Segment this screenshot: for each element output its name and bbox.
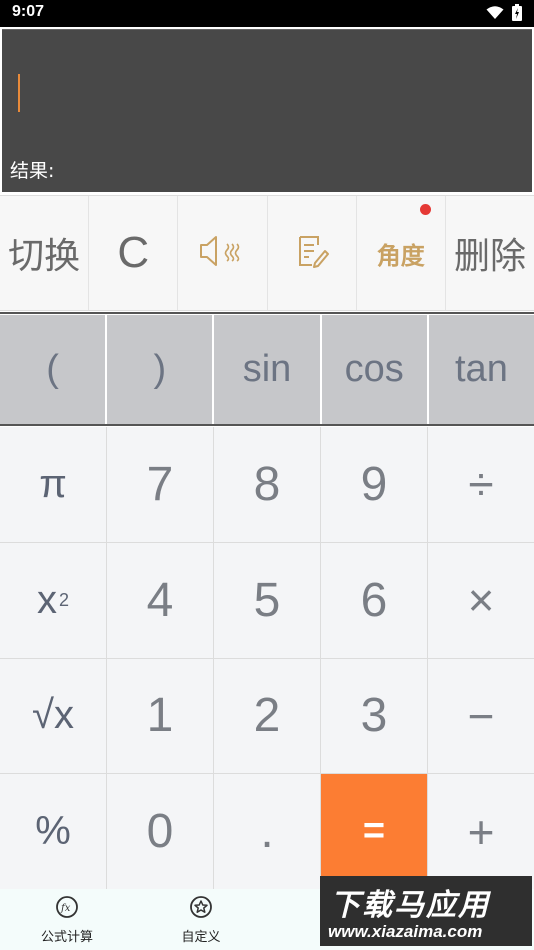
watermark-logo: 下载马应用 www.xiazaima.com (320, 876, 532, 946)
keypad: π 7 8 9 ÷ x2 4 5 6 × √x 1 2 3 − % 0 . = … (0, 427, 534, 889)
digit-9-key[interactable]: 9 (321, 427, 427, 542)
speaker-vibrate-icon (197, 233, 247, 273)
sqrt-key[interactable]: √x (0, 658, 106, 774)
watermark-title: 下载马应用 (330, 888, 490, 923)
fx-icon: fx (55, 895, 79, 923)
nav-custom[interactable]: 自定义 (134, 889, 268, 950)
divide-key[interactable]: ÷ (428, 427, 534, 542)
open-paren-key[interactable]: ( (0, 315, 106, 424)
delete-label: 删除 (453, 236, 526, 277)
nav-label: 公式计算 (40, 930, 93, 945)
tan-key[interactable]: tan (428, 315, 534, 424)
sound-toggle-button[interactable] (178, 196, 268, 310)
svg-text:fx: fx (60, 903, 71, 914)
status-icons (486, 4, 522, 25)
toolbar: 切换 C 角度 删除 (0, 195, 534, 311)
notification-dot (419, 204, 431, 215)
pi-key[interactable]: π (0, 427, 106, 542)
digit-8-key[interactable]: 8 (214, 427, 320, 542)
star-badge-icon (189, 895, 213, 923)
minus-key[interactable]: − (428, 658, 534, 774)
clear-label: C (117, 228, 150, 277)
angle-mode-button[interactable]: 角度 (357, 196, 446, 310)
clear-button[interactable]: C (89, 196, 179, 310)
square-base: x (36, 577, 57, 622)
digit-2-key[interactable]: 2 (214, 658, 320, 774)
percent-key[interactable]: % (0, 774, 106, 889)
status-bar: 9:07 (0, 0, 534, 27)
square-exponent: 2 (58, 589, 69, 610)
watermark-url: www.xiazaima.com (328, 922, 483, 941)
battery-icon (512, 4, 522, 25)
decimal-key[interactable]: . (214, 774, 320, 889)
switch-button[interactable]: 切换 (0, 196, 90, 310)
digit-6-key[interactable]: 6 (321, 542, 427, 658)
result-label: 结果: (10, 160, 55, 182)
square-key[interactable]: x2 (0, 542, 106, 658)
sin-key[interactable]: sin (214, 315, 320, 424)
digit-5-key[interactable]: 5 (214, 542, 320, 658)
close-paren-key[interactable]: ) (107, 315, 213, 424)
digit-3-key[interactable]: 3 (321, 658, 427, 774)
notes-button[interactable] (268, 196, 357, 310)
input-cursor (18, 74, 20, 112)
note-edit-icon (294, 233, 330, 273)
nav-formula-calc[interactable]: fx 公式计算 (0, 889, 134, 950)
digit-0-key[interactable]: 0 (107, 774, 213, 889)
divider (0, 424, 534, 426)
divider (0, 312, 534, 314)
cos-key[interactable]: cos (321, 315, 427, 424)
delete-button[interactable]: 删除 (446, 196, 534, 310)
plus-key[interactable]: + (428, 774, 534, 889)
wifi-icon (486, 5, 504, 24)
digit-4-key[interactable]: 4 (107, 542, 213, 658)
digit-1-key[interactable]: 1 (107, 658, 213, 774)
digit-7-key[interactable]: 7 (107, 427, 213, 542)
nav-label: 自定义 (181, 930, 221, 945)
switch-label: 切换 (8, 236, 81, 277)
status-time: 9:07 (12, 3, 45, 20)
function-row: ( ) sin cos tan (0, 315, 534, 424)
equals-key[interactable]: = (321, 774, 427, 889)
calculator-display[interactable]: 结果: (2, 29, 532, 192)
multiply-key[interactable]: × (428, 542, 534, 658)
angle-label: 角度 (376, 241, 425, 270)
